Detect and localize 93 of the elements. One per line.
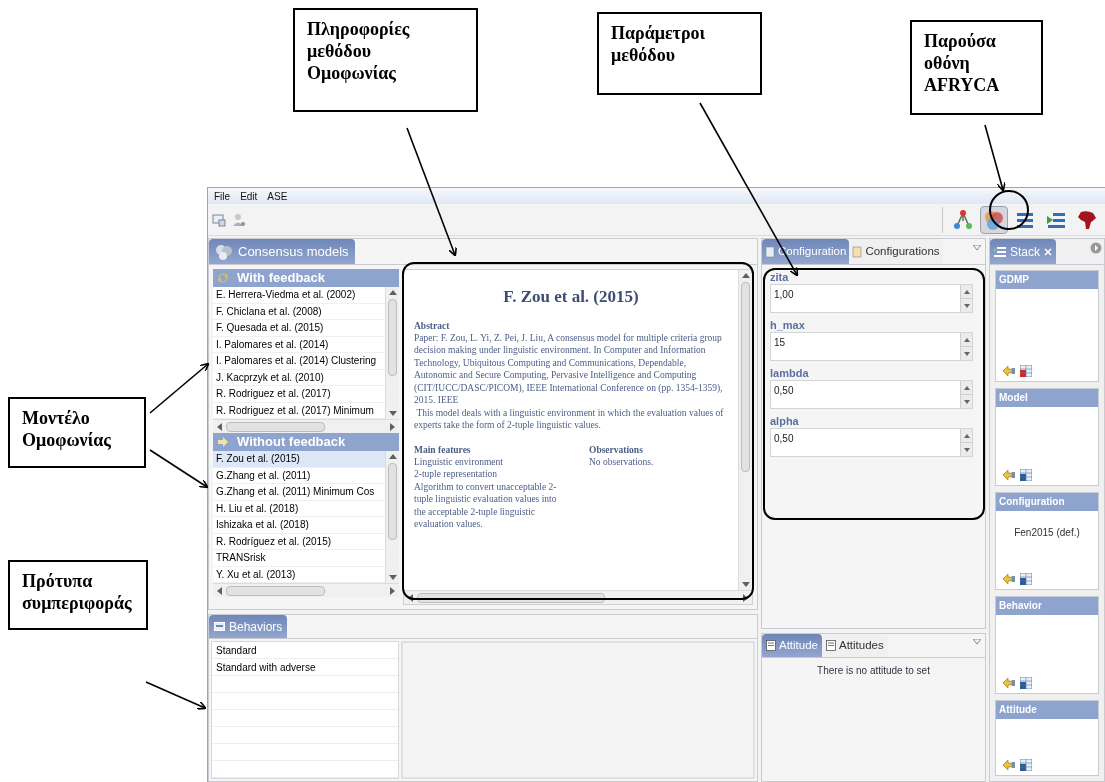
- list-item[interactable]: R. Rodriguez et al. (2017): [213, 386, 385, 403]
- callout-arrow: [149, 362, 210, 414]
- panel-tab[interactable]: Configurations: [849, 239, 943, 264]
- document-icon: [765, 245, 775, 258]
- document-icon: [826, 640, 836, 651]
- document-icon: [766, 640, 776, 651]
- feature-text: Algorithm to convert unacceptable 2-tuple linguistic evaluation values into the acceptable 2-tuple linguistic evaluation values.: [414, 480, 558, 531]
- list-item[interactable]: I. Palomares et al. (2014) Clustering: [213, 353, 385, 370]
- arrow-right-icon: [217, 436, 229, 448]
- next-icon[interactable]: [1090, 242, 1102, 254]
- number-field[interactable]: 0,50: [770, 428, 973, 457]
- section-heading: Abstract: [414, 319, 451, 332]
- arrow-right-icon[interactable]: [743, 593, 749, 602]
- callout-arrow: [149, 449, 209, 489]
- list-item[interactable]: F. Zou et al. (2015): [213, 451, 385, 468]
- menu-item[interactable]: Edit: [240, 188, 258, 204]
- card-title: Behavior: [996, 597, 1098, 615]
- card-title: Attitude: [996, 701, 1098, 719]
- perspective-button[interactable]: [980, 205, 1008, 234]
- circles-icon: [215, 242, 233, 261]
- callout-arrow: [145, 681, 207, 710]
- graph-icon: [952, 208, 974, 231]
- refresh-icon: [217, 272, 229, 284]
- observations-text: No observations.: [589, 455, 654, 468]
- behavior-item[interactable]: Standard: [212, 642, 398, 659]
- scrollbar[interactable]: [738, 270, 752, 590]
- card-title: GDMP: [996, 271, 1098, 289]
- close-icon[interactable]: [1044, 247, 1052, 256]
- parameter-label: h_max: [770, 319, 806, 332]
- spin-buttons[interactable]: [960, 381, 972, 408]
- grid-icon[interactable]: [1020, 677, 1032, 689]
- map-icon: [1076, 208, 1098, 231]
- list-icon: [994, 246, 1006, 257]
- menu-item[interactable]: ASE: [267, 188, 288, 204]
- grid-icon[interactable]: [1020, 759, 1032, 771]
- list-item[interactable]: F. Quesada et al. (2015): [213, 320, 385, 337]
- list-item[interactable]: G.Zhang et al. (2011) Minimum Cos: [213, 484, 385, 501]
- details-title: F. Zou et al. (2015): [502, 286, 640, 308]
- card-value: Fen2015 (def.): [1014, 526, 1080, 540]
- circles-icon: [983, 208, 1005, 231]
- scrollbar[interactable]: [385, 451, 399, 583]
- number-field[interactable]: 0,50: [770, 380, 973, 409]
- abstract-text: Paper: F. Zou, L. Yi, Z. Pei, J. Liu, A consensus model for multiple criteria group decision making under linguistic environment. In Computer and Information Technology, Ubiquitous Computing and Communications, Dependable, Autonomic and Secure Computing, Pervasive Intelligence and Computing (CIT/IUCC/DASC/PICOM), IEEE International Conference on (pp. 1354-1359), 2015. IEEE: [414, 331, 724, 407]
- arrow-up-icon[interactable]: [388, 289, 397, 295]
- window-icon: [214, 622, 225, 631]
- arrow-down-icon[interactable]: [388, 575, 397, 581]
- abstract-text: This model deals with a linguistic environment in which the evaluation values of experts take the form of 2-tuple linguistic values.: [414, 406, 725, 432]
- arrow-up-icon[interactable]: [388, 453, 397, 459]
- arrow-down-icon[interactable]: [388, 411, 397, 417]
- arrow-up-icon[interactable]: [741, 272, 750, 278]
- scrollbar[interactable]: [385, 287, 399, 419]
- card-title: Model: [996, 389, 1098, 407]
- document-icon: [852, 245, 863, 258]
- spin-buttons[interactable]: [960, 285, 972, 312]
- panel-tab[interactable]: Attitudes: [822, 634, 888, 657]
- parameter-label: zita: [770, 271, 790, 284]
- grid-icon[interactable]: [1020, 469, 1032, 481]
- behavior-item[interactable]: Standard with adverse: [212, 659, 398, 676]
- callout-text: Παρούσα οθόνη AFRYCA: [924, 30, 1001, 97]
- callout-text: Πρότυπα συμπεριφοράς: [22, 570, 133, 615]
- menu-item[interactable]: File: [214, 188, 231, 204]
- feature-text: Linguistic environment: [414, 455, 504, 468]
- list-item[interactable]: Ishizaka et al. (2018): [213, 517, 385, 534]
- list-item[interactable]: TRANSrisk: [213, 550, 385, 567]
- callout-text: Μοντέλο Ομοφωνίας: [22, 407, 112, 452]
- grid-icon[interactable]: [1020, 573, 1032, 585]
- add-arrow-icon[interactable]: [1002, 759, 1016, 771]
- highlight-circle: [989, 190, 1029, 230]
- callout-text: Παράμετροι μεθόδου: [611, 22, 707, 67]
- arrow-left-icon[interactable]: [407, 593, 413, 602]
- callout-arrow: [984, 124, 1006, 192]
- add-arrow-icon[interactable]: [1002, 573, 1016, 585]
- card-title: Configuration: [996, 493, 1098, 511]
- remove-icon[interactable]: [1020, 365, 1032, 377]
- dropdown-icon[interactable]: [973, 245, 981, 250]
- feature-text: 2-tuple representation: [414, 468, 499, 481]
- spin-buttons[interactable]: [960, 429, 972, 456]
- callout-text: Πληροφορίες μεθόδου Ομοφωνίας: [307, 18, 411, 85]
- parameter-label: alpha: [770, 415, 800, 428]
- empty-message: There is no attitude to set: [816, 664, 931, 678]
- number-field[interactable]: 1,00: [770, 284, 973, 313]
- add-arrow-icon[interactable]: [1002, 469, 1016, 481]
- section-heading: Main features: [414, 443, 472, 456]
- list-item[interactable]: E. Herrera-Viedma et al. (2002): [213, 287, 385, 304]
- spin-buttons[interactable]: [960, 333, 972, 360]
- add-arrow-icon[interactable]: [1002, 677, 1016, 689]
- parameter-label: lambda: [770, 367, 810, 380]
- add-arrow-icon[interactable]: [1002, 365, 1016, 377]
- arrow-down-icon[interactable]: [741, 582, 750, 588]
- section-heading: Observations: [589, 443, 644, 456]
- dropdown-icon[interactable]: [973, 639, 981, 644]
- number-field[interactable]: 15: [770, 332, 973, 361]
- user-icon[interactable]: [232, 212, 246, 227]
